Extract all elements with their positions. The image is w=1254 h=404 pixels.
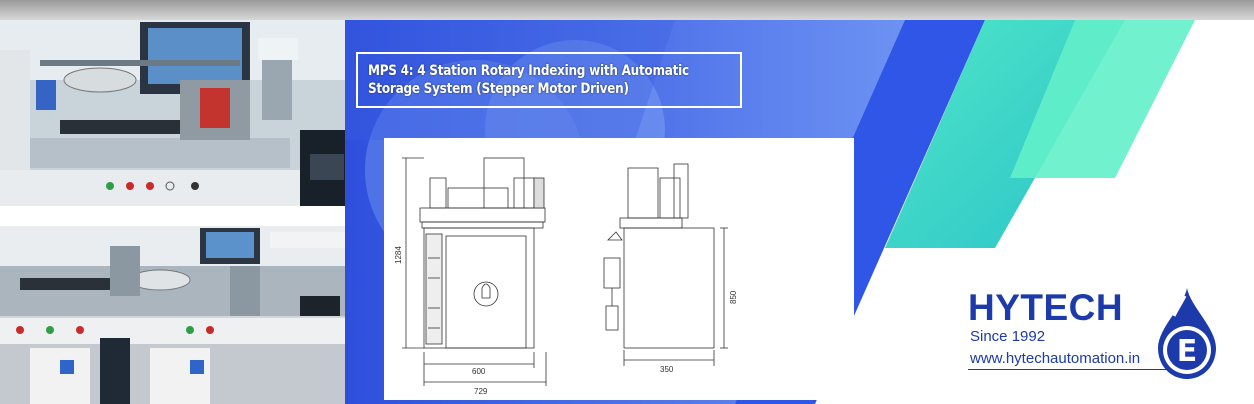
website-underline [968,369,1168,370]
technical-drawing: 1284 600 729 850 350 [384,138,854,400]
product-photo-bottom [0,226,345,404]
side-view [603,163,728,366]
dimension-height: 1284 [394,246,403,264]
product-photo-top [0,20,345,206]
dimension-width: 600 [472,367,486,376]
title-box: MPS 4: 4 Station Rotary Indexing with Au… [356,52,742,108]
front-view [402,157,547,386]
website-link[interactable]: www.hytechautomation.in [970,350,1140,367]
dimension-side-depth: 350 [660,365,674,374]
logo-letter: E [1177,334,1198,369]
dimension-side-height: 850 [729,290,738,304]
top-gray-band [0,0,1254,20]
title-line-2: Storage System (Stepper Motor Driven) [368,81,629,97]
since-text: Since 1992 [970,328,1046,345]
dimension-overall-width: 729 [474,387,488,396]
hytech-drop-logo-icon: E [1158,288,1216,379]
company-name: HYTECH [968,287,1124,328]
title-line-1: MPS 4: 4 Station Rotary Indexing with Au… [368,63,689,79]
